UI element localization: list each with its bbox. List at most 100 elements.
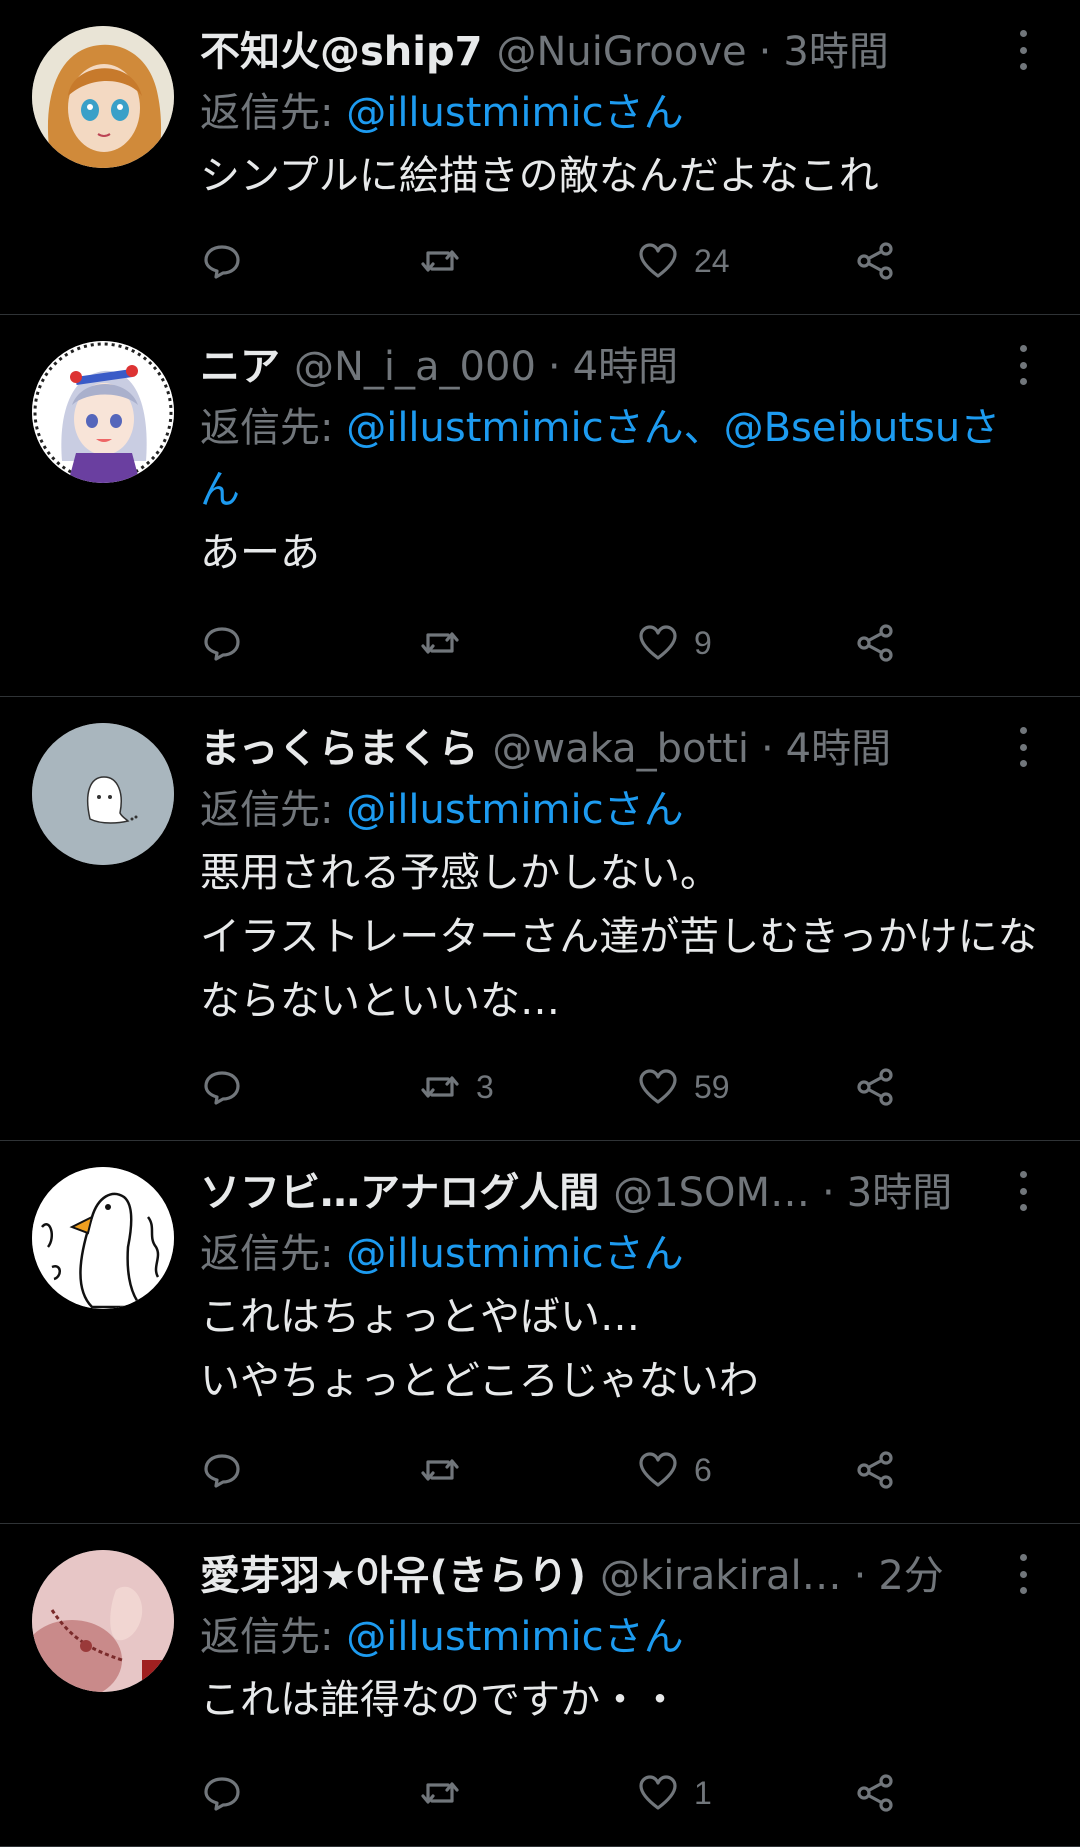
more-options-icon[interactable] [1008,1554,1038,1594]
like-count: 9 [694,624,712,661]
tweet-header: まっくらまくら @waka_botti · 4時間 [200,719,1010,779]
tweet-text: これはちょっとやばい… いやちょっとどころじゃないわ [200,1294,759,1404]
share-icon [857,1774,893,1812]
tweet-text: 悪用される予感しかしない。 イラストレーターさん達が苦しむきっかけになならないと… [200,850,1038,1024]
reply-context: 返信先: @illustmimicさん [200,1606,1040,1668]
reply-context: 返信先: @illustmimicさん、@Bseibutsuさん [200,397,1040,521]
retweet-count: 3 [476,1068,494,1105]
more-options-icon[interactable] [1008,345,1038,385]
share-icon [857,1451,893,1489]
tweet-header: 不知火@ship7 @NuiGroove · 3時間 [200,22,1010,82]
tweet-text: シンプルに絵描きの敵なんだよなこれ [200,153,879,199]
reply-mention-link[interactable]: @illustmimicさん [346,787,683,833]
user-handle[interactable]: @NuiGroove [496,22,746,82]
share-icon [857,1068,893,1106]
display-name[interactable]: まっくらまくら [200,719,478,779]
share-button[interactable] [854,618,1072,668]
display-name[interactable]: 愛芽羽★아유(きらり) [200,1546,586,1606]
like-count: 24 [694,242,730,279]
reply-prefix: 返信先: [200,787,347,833]
separator-dot: · [760,726,774,772]
separator-dot: · [758,29,772,75]
heart-icon [639,243,677,278]
reply-prefix: 返信先: [200,405,347,451]
reply-mention-link[interactable]: @illustmimicさん [346,1614,683,1660]
tweet[interactable]: 愛芽羽★아유(きらり) @kirakiral… · 2分 返信先: @illus… [0,1524,1080,1847]
reply-prefix: 返信先: [200,90,347,136]
avatar[interactable] [32,1167,174,1309]
retweet-button[interactable] [418,618,636,668]
tweet-text: これは誰得なのですか・・ [200,1677,680,1723]
user-handle[interactable]: @N_i_a_000 [294,337,536,397]
share-button[interactable] [854,236,1072,286]
heart-icon [639,1069,677,1104]
reply-button[interactable] [200,236,418,286]
reply-prefix: 返信先: [200,1231,347,1277]
reply-button[interactable] [200,618,418,668]
reply-button[interactable] [200,1062,418,1112]
reply-button[interactable] [200,1768,418,1818]
heart-icon [639,625,677,660]
tweet-header: ソフビ…アナログ人間 @1SOM… · 3時間 [200,1163,1010,1223]
timestamp[interactable]: 4時間 [573,337,678,397]
user-handle[interactable]: @kirakiral… [600,1546,842,1606]
action-bar: 6 [200,1445,1072,1495]
timestamp[interactable]: 2分 [878,1546,943,1606]
separator-dot: · [822,1170,835,1216]
retweet-icon [421,1782,459,1804]
tweet-feed: 不知火@ship7 @NuiGroove · 3時間 返信先: @illustm… [0,0,1080,1847]
share-button[interactable] [854,1445,1072,1495]
like-count: 6 [694,1451,712,1488]
reply-context: 返信先: @illustmimicさん [200,779,1040,841]
tweet[interactable]: 不知火@ship7 @NuiGroove · 3時間 返信先: @illustm… [0,0,1080,315]
like-count: 1 [694,1774,712,1811]
retweet-button[interactable]: 3 [418,1062,636,1112]
action-bar: 24 [200,236,1072,286]
display-name[interactable]: ニア [200,337,280,397]
avatar[interactable] [32,723,174,865]
share-button[interactable] [854,1768,1072,1818]
timestamp[interactable]: 4時間 [786,719,891,779]
retweet-icon [421,632,459,654]
like-button[interactable]: 59 [636,1062,854,1112]
timestamp[interactable]: 3時間 [847,1163,952,1223]
avatar[interactable] [32,341,174,483]
timestamp[interactable]: 3時間 [783,22,888,82]
like-button[interactable]: 9 [636,618,854,668]
retweet-button[interactable] [418,1768,636,1818]
user-handle[interactable]: @waka_botti [492,719,749,779]
more-options-icon[interactable] [1008,30,1038,70]
display-name[interactable]: 不知火@ship7 [200,22,482,82]
like-button[interactable]: 1 [636,1768,854,1818]
like-button[interactable]: 6 [636,1445,854,1495]
share-button[interactable] [854,1062,1072,1112]
reply-mention-link[interactable]: @illustmimicさん [346,90,683,136]
tweet-header: ニア @N_i_a_000 · 4時間 [200,337,1010,397]
reply-mention-link[interactable]: @illustmimicさん [346,1231,683,1277]
reply-context: 返信先: @illustmimicさん [200,1223,1040,1285]
more-options-icon[interactable] [1008,727,1038,767]
tweet[interactable]: まっくらまくら @waka_botti · 4時間 返信先: @illustmi… [0,697,1080,1141]
reply-context: 返信先: @illustmimicさん [200,82,1040,144]
action-bar: 9 [200,618,1072,668]
reply-button[interactable] [200,1445,418,1495]
display-name[interactable]: ソフビ…アナログ人間 [200,1163,599,1223]
retweet-button[interactable] [418,236,636,286]
tweet-text: あーあ [200,530,320,576]
retweet-icon [421,1459,459,1481]
like-button[interactable]: 24 [636,236,854,286]
user-handle[interactable]: @1SOM… [613,1163,810,1223]
more-options-icon[interactable] [1008,1171,1038,1211]
separator-dot: · [547,344,561,390]
avatar[interactable] [32,1550,174,1692]
tweet[interactable]: ニア @N_i_a_000 · 4時間 返信先: @illustmimicさん、… [0,315,1080,697]
tweet[interactable]: ソフビ…アナログ人間 @1SOM… · 3時間 返信先: @illustmimi… [0,1141,1080,1524]
reply-icon [204,1071,240,1105]
tweet-header: 愛芽羽★아유(きらり) @kirakiral… · 2分 [200,1546,1010,1606]
retweet-icon [421,1076,459,1098]
avatar[interactable] [32,26,174,168]
retweet-button[interactable] [418,1445,636,1495]
reply-prefix: 返信先: [200,1614,347,1660]
reply-icon [204,627,240,661]
retweet-icon [421,250,459,272]
